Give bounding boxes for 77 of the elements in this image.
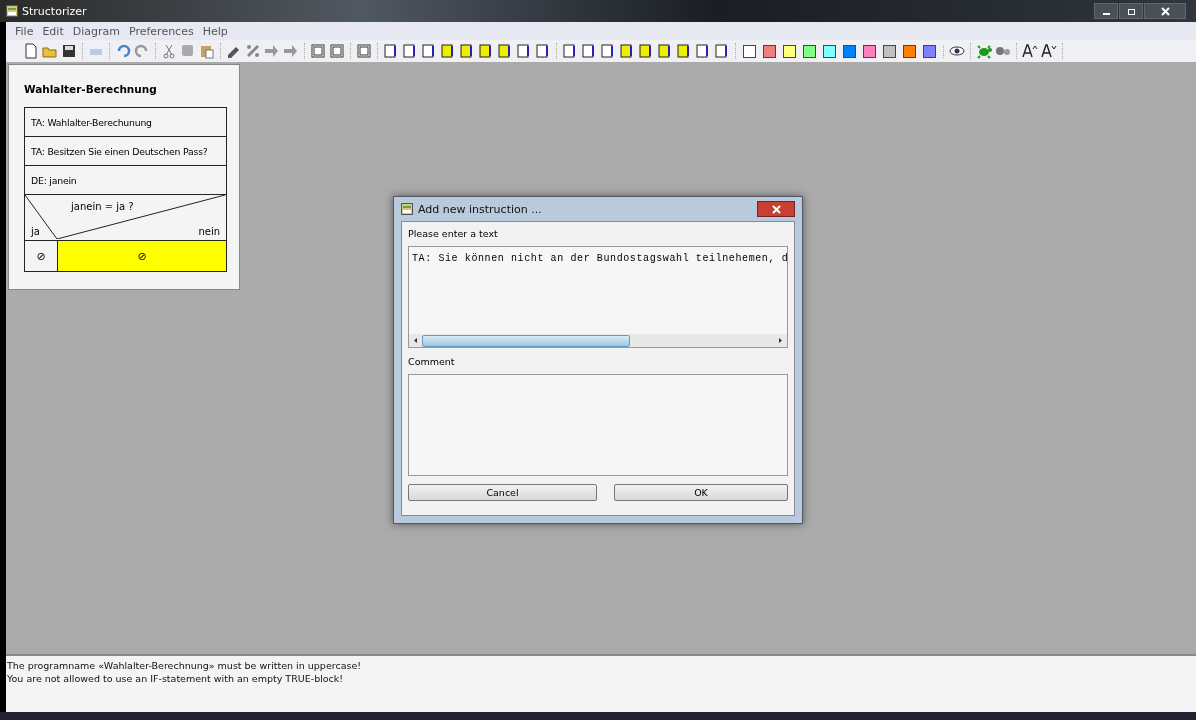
percent-icon[interactable] <box>245 43 261 59</box>
instruction-block[interactable]: TA: Besitzen Sie einen Deutschen Pass? <box>25 137 226 166</box>
instruction-block[interactable]: DE: janein <box>25 166 226 195</box>
structure-icon[interactable] <box>600 43 616 59</box>
scroll-bar[interactable] <box>409 334 787 347</box>
structure-icon[interactable] <box>714 43 730 59</box>
branch-label: ja <box>31 226 40 237</box>
error-message: The programname «Wahlalter-Berechnung» must be written in uppercase! <box>7 659 363 672</box>
structure-icon[interactable] <box>619 43 635 59</box>
turtle-icon[interactable] <box>976 43 992 59</box>
menu-item[interactable]: Preferences <box>128 24 194 38</box>
dialog-title: Add new instruction ... <box>418 202 542 216</box>
color-swatch[interactable] <box>823 44 836 58</box>
field-label: Please enter a text <box>408 228 499 239</box>
structure-icon[interactable] <box>676 43 692 59</box>
structure-icon[interactable] <box>516 43 532 59</box>
structure-icon[interactable] <box>562 43 578 59</box>
condition-text: janein <box>71 201 102 212</box>
condition-text: ja ? <box>116 201 134 212</box>
empty-branch[interactable]: ⊘ <box>57 241 226 271</box>
close-button[interactable] <box>757 201 795 217</box>
comment-field[interactable] <box>408 374 788 476</box>
structure-icon[interactable] <box>383 43 399 59</box>
structure-icon[interactable] <box>497 43 513 59</box>
field-label: Comment <box>408 356 456 367</box>
structure-icon[interactable] <box>638 43 654 59</box>
minimize-icon <box>1102 12 1110 15</box>
structure-icon[interactable] <box>440 43 456 59</box>
instruction-block[interactable]: TA: Wahlalter-Berechunung <box>25 108 226 137</box>
color-swatch[interactable] <box>803 44 816 58</box>
eye-icon[interactable] <box>949 43 965 59</box>
diagram-title: Wahlalter-Berechnung <box>24 83 158 95</box>
frame-icon[interactable] <box>310 43 326 59</box>
structure-icon[interactable] <box>459 43 475 59</box>
operator-text: = <box>104 201 114 212</box>
color-swatch[interactable] <box>783 44 796 58</box>
restore-icon <box>1126 6 1136 16</box>
save-icon[interactable] <box>61 43 77 59</box>
structure-icon[interactable] <box>581 43 597 59</box>
structure-icon[interactable] <box>402 43 418 59</box>
close-button[interactable] <box>1144 3 1186 19</box>
structure-icon[interactable] <box>657 43 673 59</box>
frame-icon[interactable] <box>329 43 345 59</box>
close-icon <box>771 204 781 214</box>
color-swatch[interactable] <box>763 44 776 58</box>
new-file-icon[interactable] <box>23 43 39 59</box>
font-smaller-icon[interactable] <box>1041 43 1057 59</box>
window-title: Structorizer <box>22 4 87 18</box>
structure-icon[interactable] <box>478 43 494 59</box>
menu-item[interactable]: Diagram <box>72 24 120 38</box>
ok-button[interactable]: OK <box>614 484 788 501</box>
menu-item[interactable]: File <box>15 24 34 38</box>
undo-icon[interactable] <box>115 43 131 59</box>
text-area[interactable]: TA: Sie können nicht an der Bundostagswahl teilnehemen, d <box>408 246 788 348</box>
structure-icon[interactable] <box>695 43 711 59</box>
color-swatch[interactable] <box>743 44 756 58</box>
branch-label: nein <box>198 226 220 237</box>
color-swatch[interactable] <box>863 44 876 58</box>
error-message: You are not allowed to use an IF-statement with an empty TRUE-block! <box>7 672 345 685</box>
app-icon <box>6 5 18 17</box>
paste-icon[interactable] <box>199 43 215 59</box>
font-larger-icon[interactable] <box>1022 43 1038 59</box>
close-icon <box>1160 6 1170 16</box>
color-swatch[interactable] <box>883 44 896 58</box>
color-swatch[interactable] <box>923 44 936 58</box>
cancel-button[interactable]: Cancel <box>408 484 597 501</box>
frame-icon[interactable] <box>356 43 372 59</box>
color-swatch[interactable] <box>903 44 916 58</box>
structure-icon[interactable] <box>421 43 437 59</box>
scissors-icon[interactable] <box>161 43 177 59</box>
app-icon <box>401 203 413 215</box>
structure-icon[interactable] <box>535 43 551 59</box>
menu-item[interactable]: Edit <box>42 24 64 38</box>
minimize-button[interactable] <box>1094 3 1118 19</box>
color-swatch[interactable] <box>843 44 856 58</box>
maximize-button[interactable] <box>1119 3 1143 19</box>
menu-item[interactable]: Help <box>202 24 228 38</box>
